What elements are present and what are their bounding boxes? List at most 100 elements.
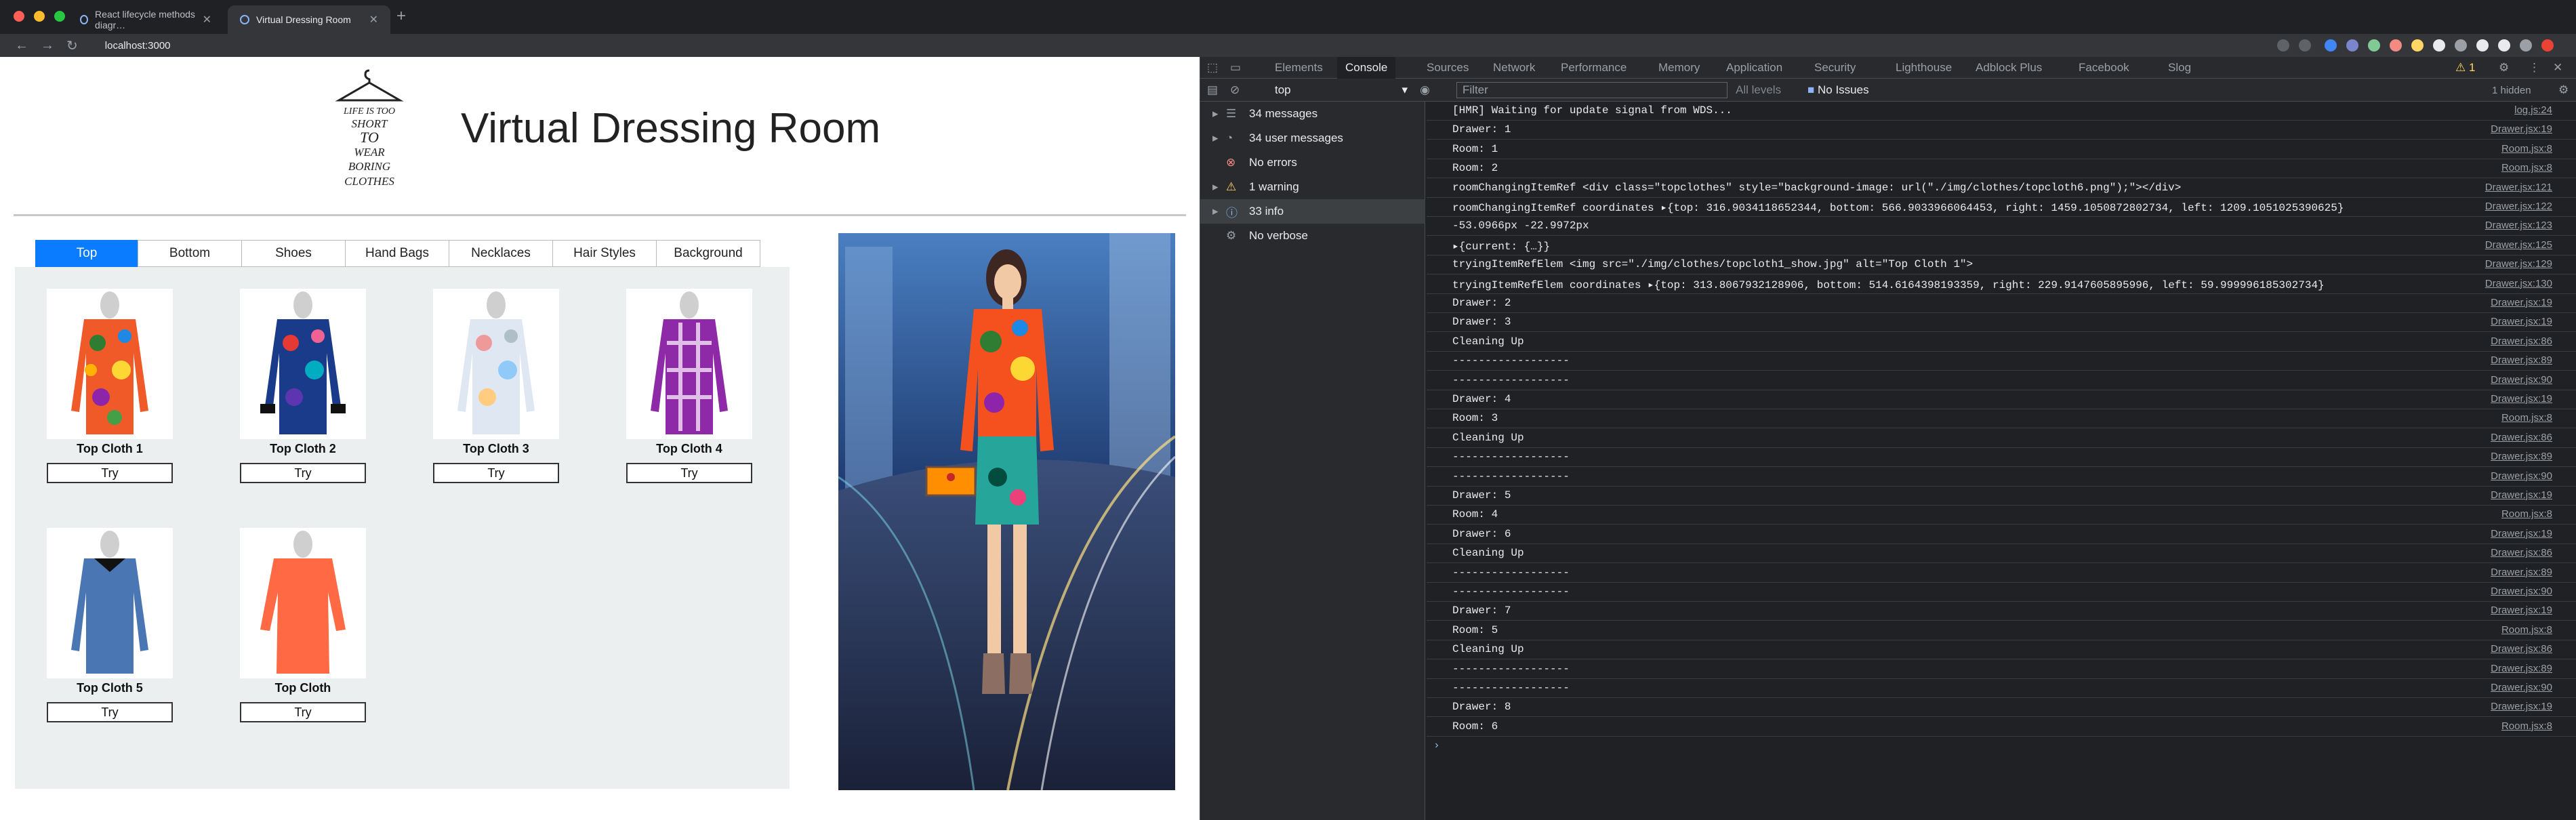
eye-icon[interactable]: ◉: [1420, 79, 1430, 102]
source-link[interactable]: Drawer.jsx:19: [2491, 701, 2552, 712]
source-link[interactable]: Drawer.jsx:86: [2491, 547, 2552, 558]
tab-hand-bags[interactable]: Hand Bags: [345, 240, 449, 267]
try-button[interactable]: Try: [626, 463, 752, 483]
source-link[interactable]: Room.jsx:8: [2501, 720, 2552, 732]
extension-icon[interactable]: [2325, 39, 2337, 52]
console-message[interactable]: Room: 1 Room.jsx:8: [1427, 140, 2576, 159]
source-link[interactable]: Drawer.jsx:123: [2485, 220, 2552, 231]
close-window-button[interactable]: [14, 11, 24, 22]
source-link[interactable]: Drawer.jsx:121: [2485, 182, 2552, 193]
console-message[interactable]: Cleaning Up Drawer.jsx:86: [1427, 640, 2576, 660]
console-message[interactable]: ------------------ Drawer.jsx:90: [1427, 468, 2576, 487]
console-message[interactable]: Drawer: 5 Drawer.jsx:19: [1427, 487, 2576, 506]
item-image[interactable]: [240, 289, 366, 439]
try-button[interactable]: Try: [47, 702, 173, 722]
extension-icon[interactable]: [2368, 39, 2380, 52]
console-message[interactable]: Cleaning Up Drawer.jsx:86: [1427, 429, 2576, 448]
source-link[interactable]: Drawer.jsx:89: [2491, 451, 2552, 462]
item-image[interactable]: [626, 289, 752, 439]
source-link[interactable]: Drawer.jsx:19: [2491, 316, 2552, 327]
console-message[interactable]: tryingItemRefElem <img src="./img/clothe…: [1427, 255, 2576, 275]
console-message[interactable]: ------------------ Drawer.jsx:90: [1427, 583, 2576, 602]
extension-icon[interactable]: [2498, 39, 2510, 52]
sidebar-item-errors[interactable]: ⊗ No errors: [1200, 150, 1425, 175]
console-message[interactable]: roomChangingItemRef coordinates ▸{top: 3…: [1427, 198, 2576, 217]
sidebar-item-info[interactable]: ▸ ⓘ 33 info: [1200, 199, 1425, 224]
console-prompt[interactable]: ›: [1427, 737, 2576, 756]
console-message[interactable]: Drawer: 4 Drawer.jsx:19: [1427, 390, 2576, 409]
tab-adblock-plus[interactable]: Adblock Plus: [1976, 57, 2042, 79]
source-link[interactable]: Drawer.jsx:86: [2491, 432, 2552, 443]
item-image[interactable]: [47, 289, 173, 439]
tab-memory[interactable]: Memory: [1658, 57, 1700, 79]
source-link[interactable]: Drawer.jsx:19: [2491, 604, 2552, 616]
console-message[interactable]: Drawer: 8 Drawer.jsx:19: [1427, 698, 2576, 718]
source-link[interactable]: Drawer.jsx:89: [2491, 567, 2552, 578]
levels-dropdown[interactable]: All levels: [1736, 79, 1781, 102]
source-link[interactable]: Room.jsx:8: [2501, 143, 2552, 155]
console-message[interactable]: Drawer: 6 Drawer.jsx:19: [1427, 525, 2576, 544]
browser-tab-dressing-room[interactable]: Virtual Dressing Room ✕: [228, 5, 390, 34]
tab-necklaces[interactable]: Necklaces: [449, 240, 553, 267]
settings-gear-icon[interactable]: ⚙: [2499, 57, 2509, 79]
close-tab-icon[interactable]: ✕: [369, 13, 378, 26]
tab-performance[interactable]: Performance: [1561, 57, 1627, 79]
new-tab-icon[interactable]: +: [396, 7, 406, 26]
console-message[interactable]: Drawer: 2 Drawer.jsx:19: [1427, 294, 2576, 313]
try-button[interactable]: Try: [240, 702, 366, 722]
tab-network[interactable]: Network: [1493, 57, 1535, 79]
tab-bottom[interactable]: Bottom: [138, 240, 242, 267]
console-message[interactable]: Room: 2 Room.jsx:8: [1427, 159, 2576, 179]
source-link[interactable]: Drawer.jsx:19: [2491, 489, 2552, 501]
source-link[interactable]: Room.jsx:8: [2501, 162, 2552, 173]
console-message[interactable]: Room: 3 Room.jsx:8: [1427, 409, 2576, 429]
zoom-window-button[interactable]: [54, 11, 65, 22]
source-link[interactable]: Drawer.jsx:19: [2491, 528, 2552, 539]
tab-sources[interactable]: Sources: [1427, 57, 1469, 79]
console-message[interactable]: ------------------ Drawer.jsx:90: [1427, 371, 2576, 390]
device-toolbar-icon[interactable]: ▭: [1230, 57, 1248, 79]
inspect-element-icon[interactable]: ⬚: [1207, 57, 1225, 79]
source-link[interactable]: Drawer.jsx:86: [2491, 643, 2552, 655]
forward-icon[interactable]: →: [41, 38, 54, 54]
source-link[interactable]: Drawer.jsx:19: [2491, 297, 2552, 308]
context-selector[interactable]: top ▾: [1275, 79, 1408, 102]
try-button[interactable]: Try: [47, 463, 173, 483]
console-message[interactable]: Room: 4 Room.jsx:8: [1427, 506, 2576, 525]
close-devtools-icon[interactable]: ✕: [2553, 57, 2562, 79]
browser-tab-lifecycle[interactable]: React lifecycle methods diagr… ✕: [68, 5, 224, 34]
url-field[interactable]: localhost:3000: [105, 40, 171, 52]
source-link[interactable]: Drawer.jsx:90: [2491, 682, 2552, 693]
console-message[interactable]: Drawer: 3 Drawer.jsx:19: [1427, 313, 2576, 333]
warning-counter[interactable]: ⚠ 1: [2455, 57, 2475, 79]
tab-slog[interactable]: Slog: [2168, 57, 2191, 79]
sidebar-item-warnings[interactable]: ▸ ⚠ 1 warning: [1200, 175, 1425, 199]
source-link[interactable]: Drawer.jsx:90: [2491, 586, 2552, 597]
tab-top[interactable]: Top: [35, 240, 138, 267]
bookmark-star-icon[interactable]: [2299, 39, 2311, 52]
source-link[interactable]: Room.jsx:8: [2501, 624, 2552, 636]
tab-lighthouse[interactable]: Lighthouse: [1896, 57, 1952, 79]
search-icon[interactable]: [2277, 39, 2289, 52]
filter-input[interactable]: Filter: [1456, 82, 1727, 98]
extension-icon[interactable]: [2411, 39, 2424, 52]
more-options-icon[interactable]: ⋮: [2529, 57, 2540, 79]
extension-icon[interactable]: [2433, 39, 2445, 52]
source-link[interactable]: log.js:24: [2514, 104, 2552, 116]
item-image[interactable]: [47, 528, 173, 678]
extension-icon[interactable]: [2455, 39, 2467, 52]
source-link[interactable]: Drawer.jsx:90: [2491, 374, 2552, 386]
source-link[interactable]: Drawer.jsx:125: [2485, 239, 2552, 251]
console-message[interactable]: ------------------ Drawer.jsx:89: [1427, 564, 2576, 583]
console-message[interactable]: -53.0966px -22.9972px Drawer.jsx:123: [1427, 217, 2576, 237]
source-link[interactable]: Drawer.jsx:122: [2485, 201, 2552, 212]
extension-icon[interactable]: [2390, 39, 2402, 52]
sidebar-item-user-messages[interactable]: ▸ ◔ 34 user messages: [1200, 126, 1425, 150]
source-link[interactable]: Drawer.jsx:130: [2485, 278, 2552, 289]
source-link[interactable]: Drawer.jsx:89: [2491, 354, 2552, 366]
source-link[interactable]: Room.jsx:8: [2501, 412, 2552, 424]
sidebar-toggle-icon[interactable]: ▤: [1207, 79, 1218, 102]
tab-elements[interactable]: Elements: [1275, 57, 1323, 79]
console-message[interactable]: Drawer: 1 Drawer.jsx:19: [1427, 121, 2576, 140]
console-message[interactable]: [HMR] Waiting for update signal from WDS…: [1427, 102, 2576, 121]
